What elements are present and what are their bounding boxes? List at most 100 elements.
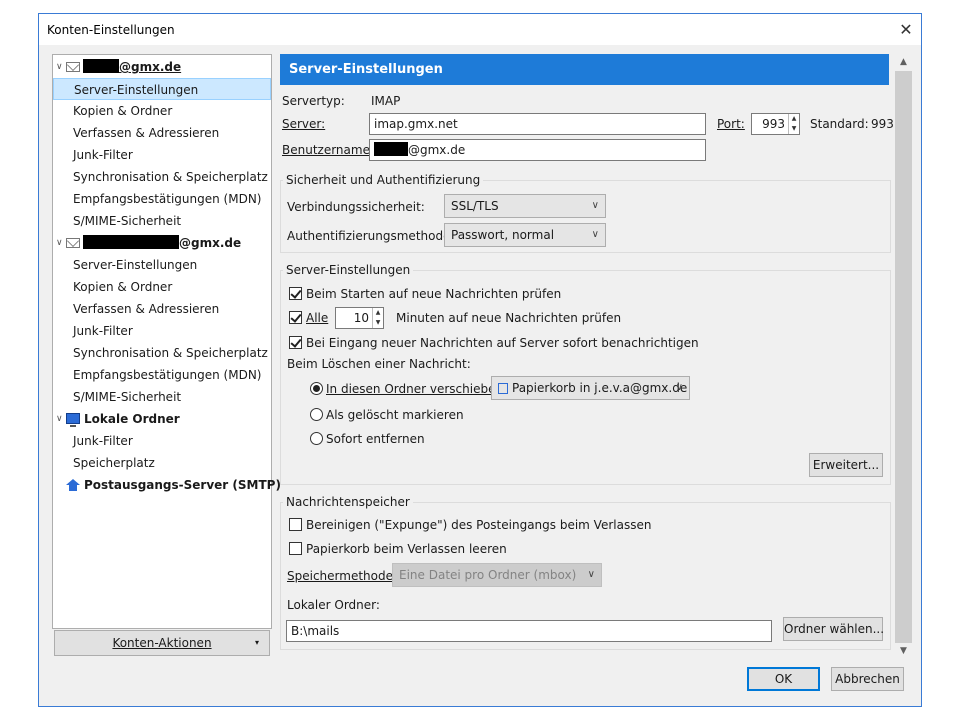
expunge-label: Bereinigen ("Expunge") des Posteingangs … [306, 518, 652, 532]
account-actions-label: Konten-Aktionen [112, 636, 212, 650]
storage-method-label: Speichermethode: [287, 569, 398, 583]
panel-header: Server-Einstellungen [280, 54, 889, 85]
server-settings-group-title: Server-Einstellungen [283, 263, 414, 277]
chevron-down-icon[interactable]: ∨ [56, 232, 66, 254]
account-tree: ∨ @gmx.de Server-Einstellungen Kopien & O… [52, 54, 281, 629]
connection-security-select[interactable]: SSL/TLS ∨ [444, 194, 606, 218]
close-icon[interactable]: ✕ [891, 14, 921, 45]
port-stepper[interactable]: 993 ▲ ▼ [751, 113, 800, 135]
trash-folder-value: Papierkorb in j.e.v.a@gmx.de [512, 381, 688, 395]
local-folder-input[interactable]: B:\mails [286, 620, 772, 642]
tree-item-smime[interactable]: S/MIME-Sicherheit [53, 386, 271, 408]
tree-item-compose[interactable]: Verfassen & Adressieren [53, 122, 271, 144]
trash-folder-select[interactable]: Papierkorb in j.e.v.a@gmx.de ∨ [491, 376, 690, 400]
local-folder-label: Lokaler Ordner: [287, 598, 380, 612]
standard-label: Standard: [810, 117, 869, 131]
connection-security-label: Verbindungssicherheit: [287, 200, 425, 214]
vertical-scrollbar[interactable]: ▲ ▼ [895, 54, 912, 660]
scrollbar-thumb[interactable] [895, 71, 912, 643]
spin-arrows-icon[interactable]: ▲ ▼ [372, 308, 383, 328]
trash-folder-icon [498, 383, 508, 394]
check-every-label: Alle [306, 311, 329, 325]
storage-group-title: Nachrichtenspeicher [283, 495, 413, 509]
port-label: Port: [717, 117, 745, 131]
tree-item-storage[interactable]: Speicherplatz [53, 452, 271, 474]
username-input[interactable]: @gmx.de [369, 139, 706, 161]
chevron-down-icon: ∨ [591, 229, 599, 240]
auth-method-select[interactable]: Passwort, normal ∨ [444, 223, 606, 247]
mark-deleted-label: Als gelöscht markieren [326, 408, 464, 422]
smtp-label: Postausgangs-Server (SMTP) [84, 478, 281, 492]
mail-account-icon [66, 238, 80, 248]
computer-icon [66, 413, 80, 427]
delete-now-label: Sofort entfernen [326, 432, 425, 446]
account-email: @gmx.de [119, 60, 182, 74]
caret-down-icon: ▾ [254, 638, 259, 647]
tree-account-2[interactable]: ∨ @gmx.de [53, 232, 271, 254]
minutes-suffix-label: Minuten auf neue Nachrichten prüfen [396, 311, 622, 325]
scroll-down-icon[interactable]: ▼ [895, 643, 912, 660]
local-folders-label: Lokale Ordner [84, 412, 180, 426]
servertype-value: IMAP [371, 94, 401, 108]
tree-item-compose[interactable]: Verfassen & Adressieren [53, 298, 271, 320]
auth-method-value: Passwort, normal [451, 228, 555, 242]
check-every-checkbox[interactable] [289, 311, 302, 324]
redacted-name [83, 235, 179, 249]
notify-label: Bei Eingang neuer Nachrichten auf Server… [306, 336, 699, 350]
port-value: 993 [762, 117, 785, 131]
security-group-title: Sicherheit und Authentifizierung [283, 173, 484, 187]
mark-deleted-radio[interactable] [310, 408, 323, 421]
tree-item-server-settings[interactable]: Server-Einstellungen [53, 78, 271, 100]
minutes-value: 10 [353, 311, 369, 325]
tree-item-server-settings[interactable]: Server-Einstellungen [53, 254, 271, 276]
minutes-stepper[interactable]: 10 ▲ ▼ [335, 307, 384, 329]
delete-now-radio[interactable] [310, 432, 323, 445]
spin-arrows-icon[interactable]: ▲ ▼ [788, 114, 799, 134]
ok-button[interactable]: OK [747, 667, 820, 691]
empty-trash-label: Papierkorb beim Verlassen leeren [306, 542, 507, 556]
server-input[interactable]: imap.gmx.net [369, 113, 706, 135]
chevron-down-icon[interactable]: ∨ [56, 408, 66, 430]
chevron-down-icon[interactable]: ∨ [56, 56, 66, 78]
connection-security-value: SSL/TLS [451, 199, 499, 213]
tree-local-folders[interactable]: ∨ Lokale Ordner [53, 408, 271, 430]
auth-method-label: Authentifizierungsmethode: [287, 229, 455, 243]
titlebar: Konten-Einstellungen ✕ [39, 14, 921, 45]
tree-account-1[interactable]: ∨ @gmx.de [53, 56, 271, 78]
tree-item-copies-folders[interactable]: Kopien & Ordner [53, 100, 271, 122]
username-suffix: @gmx.de [408, 143, 466, 157]
cancel-button[interactable]: Abbrechen [831, 667, 904, 691]
account-actions-button[interactable]: Konten-Aktionen ▾ [54, 630, 270, 656]
chevron-down-icon: ∨ [675, 382, 683, 393]
tree-smtp[interactable]: Postausgangs-Server (SMTP) [53, 474, 281, 496]
expunge-checkbox[interactable] [289, 518, 302, 531]
move-to-folder-radio[interactable] [310, 382, 323, 395]
mail-account-icon [66, 62, 80, 72]
empty-trash-checkbox[interactable] [289, 542, 302, 555]
tree-item-smime[interactable]: S/MIME-Sicherheit [53, 210, 271, 232]
chevron-down-icon: ∨ [587, 569, 595, 580]
check-on-start-checkbox[interactable] [289, 287, 302, 300]
username-label: Benutzername: [282, 143, 375, 157]
scroll-up-icon[interactable]: ▲ [895, 54, 912, 71]
tree-item-junk[interactable]: Junk-Filter [53, 144, 271, 166]
tree-item-sync[interactable]: Synchronisation & Speicherplatz [53, 166, 271, 188]
tree-item-mdn[interactable]: Empfangsbestätigungen (MDN) [53, 188, 271, 210]
notify-checkbox[interactable] [289, 336, 302, 349]
redacted-username [374, 142, 408, 156]
window-title: Konten-Einstellungen [47, 23, 175, 37]
standard-value: 993 [871, 117, 894, 131]
check-on-start-label: Beim Starten auf neue Nachrichten prüfen [306, 287, 562, 301]
storage-method-value: Eine Datei pro Ordner (mbox) [399, 568, 577, 582]
chevron-down-icon: ∨ [591, 200, 599, 211]
server-label: Server: [282, 117, 326, 131]
move-to-folder-label: In diesen Ordner verschieben: [326, 382, 508, 396]
tree-item-mdn[interactable]: Empfangsbestätigungen (MDN) [53, 364, 271, 386]
tree-item-junk[interactable]: Junk-Filter [53, 320, 271, 342]
account-email: @gmx.de [179, 236, 242, 250]
choose-folder-button[interactable]: Ordner wählen... [783, 617, 884, 641]
tree-item-junk[interactable]: Junk-Filter [53, 430, 271, 452]
tree-item-sync[interactable]: Synchronisation & Speicherplatz [53, 342, 271, 364]
advanced-button[interactable]: Erweitert... [809, 453, 883, 477]
tree-item-copies-folders[interactable]: Kopien & Ordner [53, 276, 271, 298]
